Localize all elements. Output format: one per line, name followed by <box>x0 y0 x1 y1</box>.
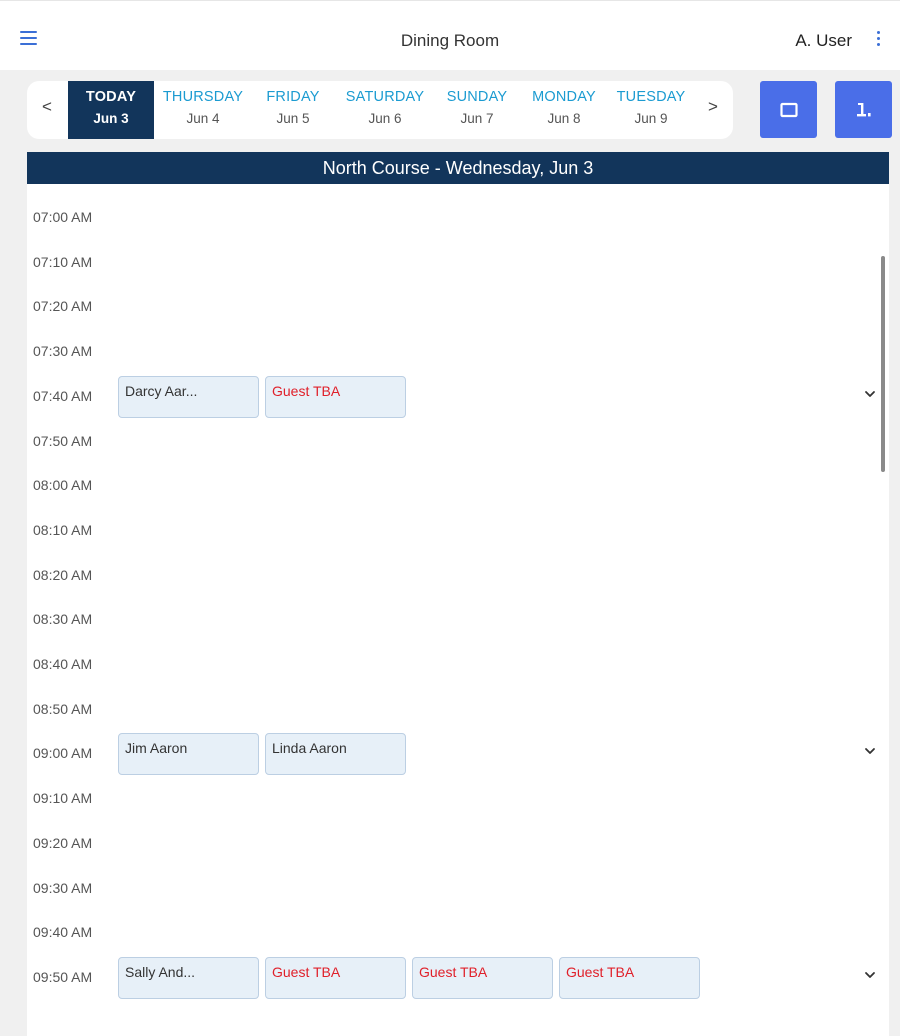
split-view-icon <box>856 102 871 116</box>
day-date: Jun 8 <box>547 111 581 126</box>
day-name: TODAY <box>85 89 137 105</box>
time-slot-row[interactable]: 08:20 AM <box>27 552 889 596</box>
day-date: Jun 3 <box>93 111 129 126</box>
slot-time: 07:50 AM <box>33 432 93 449</box>
day-tab-friday[interactable]: FRIDAY Jun 5 <box>255 81 331 139</box>
day-date: Jun 7 <box>460 111 494 126</box>
time-slot-row[interactable]: 08:00 AM <box>27 462 889 506</box>
slot-time: 09:20 AM <box>33 834 93 851</box>
slot-time: 08:10 AM <box>33 521 93 538</box>
time-slot-row[interactable]: 09:50 AM Sally And... Guest TBA Guest TBA Gu… <box>27 954 889 999</box>
slot-time: 08:00 AM <box>33 477 93 494</box>
slot-time: 09:30 AM <box>33 879 93 896</box>
next-day-button[interactable]: > <box>703 97 723 117</box>
slot-time: 07:10 AM <box>33 253 93 270</box>
time-slot-row[interactable]: 08:10 AM <box>27 507 889 551</box>
slot-time: 09:00 AM <box>33 745 93 762</box>
day-name: MONDAY <box>532 89 596 105</box>
time-slot-row[interactable]: 07:30 AM <box>27 328 889 372</box>
day-tab-monday[interactable]: MONDAY Jun 8 <box>519 81 609 139</box>
time-slot-row[interactable]: 09:10 AM <box>27 775 889 819</box>
app-bar: Dining Room A. User <box>0 0 900 70</box>
slot-time: 08:40 AM <box>33 656 93 672</box>
day-date: Jun 9 <box>634 111 668 126</box>
tee-sheet-list[interactable]: 07:00 AM 07:10 AM 07:20 AM 07:30 AM 07:40 AM… <box>27 184 889 1036</box>
player-booking-card[interactable]: Darcy Aar... <box>118 375 259 418</box>
user-name[interactable]: A. User <box>795 31 852 51</box>
slot-time: 09:40 AM <box>33 924 93 941</box>
slot-time: 08:30 AM <box>33 611 93 628</box>
slot-time: 08:50 AM <box>33 700 93 717</box>
slot-time: 08:20 AM <box>33 566 93 583</box>
time-slot-row[interactable]: 09:00 AM Jim Aaron Linda Aaron <box>27 730 889 776</box>
chevron-down-icon[interactable] <box>863 968 877 982</box>
day-tab-sunday[interactable]: SUNDAY Jun 7 <box>435 81 519 139</box>
time-slot-row[interactable]: 07:20 AM <box>27 283 889 327</box>
time-slot-row[interactable]: 07:10 AM <box>27 239 889 283</box>
guest-booking-card[interactable]: Guest TBA <box>265 956 406 999</box>
time-slot-row[interactable]: 09:20 AM <box>27 820 889 864</box>
day-date: Jun 6 <box>368 111 402 126</box>
player-booking-card[interactable]: Jim Aaron <box>118 733 259 776</box>
slot-time: 07:00 AM <box>33 209 93 225</box>
guest-booking-card[interactable]: Guest TBA <box>265 375 406 418</box>
day-tab-thursday[interactable]: THURSDAY Jun 4 <box>155 81 251 139</box>
player-booking-card[interactable]: Linda Aaron <box>265 733 406 776</box>
kebab-menu-icon[interactable] <box>872 31 884 49</box>
time-slot-row[interactable]: 09:30 AM <box>27 865 889 909</box>
chevron-down-icon[interactable] <box>863 387 877 401</box>
day-tab-saturday[interactable]: SATURDAY Jun 6 <box>335 81 435 139</box>
page-title: Dining Room <box>400 31 500 50</box>
slot-time: 07:20 AM <box>33 298 93 315</box>
slot-time: 09:50 AM <box>33 968 93 985</box>
day-name: SATURDAY <box>345 89 425 105</box>
single-view-button[interactable] <box>760 81 817 138</box>
single-view-icon <box>779 102 798 117</box>
content-area: < TODAY Jun 3 THURSDAY Jun 4 FRIDAY Jun … <box>0 70 900 1036</box>
time-slot-row[interactable]: 08:50 AM <box>27 686 889 730</box>
time-slot-row[interactable]: 07:00 AM <box>27 194 889 238</box>
day-tab-today[interactable]: TODAY Jun 3 <box>68 81 154 139</box>
day-name: SUNDAY <box>446 89 508 105</box>
guest-booking-card[interactable]: Guest TBA <box>412 956 553 999</box>
player-booking-card[interactable]: Sally And... <box>118 956 259 999</box>
time-slot-row[interactable]: 09:40 AM <box>27 909 889 953</box>
slot-time: 07:40 AM <box>33 387 93 404</box>
slot-time: 09:10 AM <box>33 790 93 807</box>
day-name: THURSDAY <box>162 89 244 105</box>
chevron-down-icon[interactable] <box>863 744 877 758</box>
time-slot-row[interactable]: 07:40 AM Darcy Aar... Guest TBA <box>27 373 889 418</box>
day-date: Jun 5 <box>276 111 310 126</box>
guest-booking-card[interactable]: Guest TBA <box>559 956 700 999</box>
time-slot-row[interactable]: 07:50 AM <box>27 418 889 462</box>
day-tab-tuesday[interactable]: TUESDAY Jun 9 <box>607 81 695 139</box>
hamburger-menu-icon[interactable] <box>20 31 37 45</box>
time-slot-row[interactable]: 08:40 AM <box>27 641 889 685</box>
scrollbar-thumb[interactable] <box>881 256 885 472</box>
day-name: TUESDAY <box>616 89 686 105</box>
prev-day-button[interactable]: < <box>37 97 57 117</box>
time-slot-row[interactable]: 08:30 AM <box>27 596 889 640</box>
course-date-header: North Course - Wednesday, Jun 3 <box>27 152 889 184</box>
day-name: FRIDAY <box>266 89 320 105</box>
slot-time: 07:30 AM <box>33 343 93 360</box>
date-navigator: < TODAY Jun 3 THURSDAY Jun 4 FRIDAY Jun … <box>27 81 733 139</box>
day-date: Jun 4 <box>186 111 220 126</box>
split-view-button[interactable] <box>835 81 892 138</box>
